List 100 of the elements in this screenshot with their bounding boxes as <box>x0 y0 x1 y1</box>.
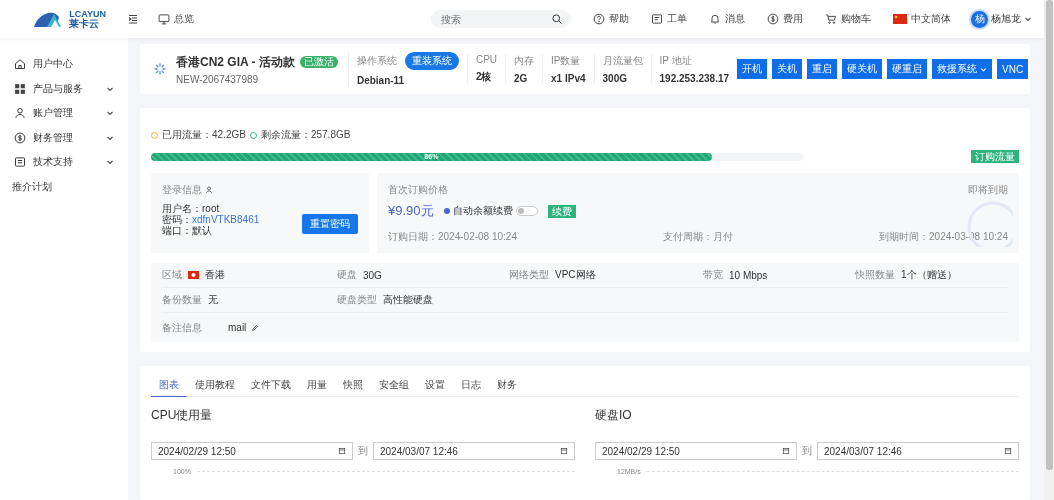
auto-renew-toggle[interactable] <box>515 206 538 216</box>
help-icon <box>593 13 605 25</box>
action-button[interactable]: 硬重启 <box>887 59 928 79</box>
detail-value: 无 <box>208 293 218 307</box>
header-link[interactable]: 费用 <box>783 12 803 26</box>
login-field: 密码：xdfnVTKB8461 <box>162 214 302 225</box>
tab[interactable]: 文件下载 <box>243 374 299 397</box>
tab[interactable]: 用量 <box>299 374 335 397</box>
search-field[interactable]: 搜索 <box>431 10 571 28</box>
header-link[interactable]: 消息 <box>725 12 745 26</box>
date-field[interactable]: 2024/03/07 12:46 <box>373 442 575 460</box>
legend-label: 剩余流量：257.8GB <box>260 128 351 142</box>
detail-value: 1个（赠送） <box>901 268 957 282</box>
price-amount: ¥9.90元 <box>388 202 434 220</box>
bell-icon <box>709 13 721 25</box>
detail-label: 硬盘类型 <box>337 293 377 307</box>
calendar-icon <box>782 447 790 455</box>
monitor-icon <box>158 13 170 25</box>
logo-text: LCAYUN <box>69 9 106 19</box>
calendar-icon <box>560 447 568 455</box>
detail-label: 备份数量 <box>162 293 202 307</box>
action-button[interactable]: 开机 <box>737 59 768 79</box>
search-field[interactable]: 搜索 <box>439 12 551 26</box>
billing-cycle: 支付周期：月付 <box>663 230 733 244</box>
flag-icon <box>188 271 199 279</box>
detail-label: 网络类型 <box>509 268 549 282</box>
scrollbar[interactable] <box>1044 0 1054 500</box>
action-button[interactable]: 关机 <box>772 59 803 79</box>
user-name[interactable]: 杨旭龙 <box>991 12 1021 26</box>
nav-link[interactable]: 总览 <box>174 12 194 26</box>
detail-value: VPC网络 <box>555 268 596 282</box>
tab[interactable]: 财务 <box>489 374 525 397</box>
login-field: 用户名：root <box>162 203 302 214</box>
login-field: 端口：默认 <box>162 225 302 236</box>
chevron-down-icon <box>980 65 988 73</box>
header-link[interactable]: 帮助 <box>609 12 629 26</box>
action-button[interactable]: 救援系统 <box>932 59 993 79</box>
sidebar-item[interactable]: 技术支持 <box>33 155 99 170</box>
detail-label: 区域 <box>162 268 182 282</box>
password-link[interactable]: xdfnVTKB8461 <box>192 214 260 225</box>
tab[interactable]: 安全组 <box>371 374 417 397</box>
header-link[interactable]: 工单 <box>667 12 687 26</box>
spec-label: 内存 <box>514 54 535 68</box>
detail-label: 带宽 <box>703 268 723 282</box>
chevron-down-icon <box>106 158 114 167</box>
reset-password-button[interactable]: 重置密码 <box>302 214 358 234</box>
action-button[interactable]: 重启 <box>807 59 838 79</box>
spec-label: IP 地址 <box>659 54 692 68</box>
flag-icon <box>893 14 907 24</box>
sidebar-item[interactable]: 账户管理 <box>33 106 99 121</box>
menu-icon[interactable] <box>128 14 138 24</box>
document-icon <box>14 156 26 169</box>
spec-label: 月流量包 <box>602 54 643 68</box>
info-icon <box>443 208 450 214</box>
search-icon <box>551 13 563 25</box>
date-field[interactable]: 2024/02/29 12:50 <box>151 442 353 460</box>
action-button[interactable]: 硬关机 <box>842 59 883 79</box>
sidebar-item[interactable]: 财务管理 <box>33 130 99 145</box>
header-link[interactable]: 中文简体 <box>911 12 951 26</box>
expiry-note: 即将到期 <box>968 183 1008 197</box>
range-separator: 到 <box>358 444 368 458</box>
pencil-icon <box>251 323 260 332</box>
tab[interactable]: 使用教程 <box>187 374 243 397</box>
calendar-icon <box>338 447 346 455</box>
sidebar-item[interactable]: 产品与服务 <box>33 81 99 96</box>
tab[interactable]: 日志 <box>453 374 489 397</box>
tab[interactable]: 图表 <box>151 374 187 397</box>
date-field[interactable]: 2024/02/29 12:50 <box>595 442 797 460</box>
server-title: 香港CN2 GIA - 活动款 <box>176 53 295 71</box>
header-link[interactable]: 购物车 <box>841 12 871 26</box>
user-avatar[interactable]: 杨 <box>971 10 988 28</box>
detail-label: 硬盘 <box>337 268 357 282</box>
document-icon <box>651 13 663 25</box>
spec-label: IP数量 <box>551 54 581 68</box>
reinstall-button[interactable]: 重装系统 <box>404 52 459 70</box>
range-separator: 到 <box>802 444 812 458</box>
home-icon <box>14 58 26 71</box>
spec-value: 2核 <box>475 70 493 84</box>
chevron-down-icon <box>1024 15 1032 23</box>
tab[interactable]: 设置 <box>417 374 453 397</box>
date-field[interactable]: 2024/03/07 12:46 <box>817 442 1019 460</box>
legend-label: 已用流量：42.2GB <box>162 128 246 142</box>
spec-value: 300G <box>602 73 628 84</box>
chart-title: 硬盘IO <box>595 407 633 424</box>
action-button[interactable]: VNC <box>997 59 1029 79</box>
chart-title: CPU使用量 <box>151 407 214 424</box>
order-date: 订购日期：2024-02-08 10:24 <box>388 230 517 244</box>
cart-icon <box>825 13 837 25</box>
tab[interactable]: 快照 <box>335 374 371 397</box>
person-icon <box>205 186 213 194</box>
spec-value: Debian-11 <box>356 75 406 86</box>
spec-value: 192.253.238.17 <box>659 73 730 84</box>
detail-value: 高性能硬盘 <box>383 293 433 307</box>
spec-label: CPU <box>475 54 498 65</box>
sidebar-item[interactable]: 推介计划 <box>12 179 114 194</box>
due-date: 到期时间：2024-03-08 10:24 <box>879 230 1008 244</box>
detail-label: 备注信息 <box>162 320 202 335</box>
dollar-icon <box>14 131 26 144</box>
panel-title: 首次订购价格 <box>388 183 448 197</box>
sidebar-item[interactable]: 用户中心 <box>33 57 114 72</box>
